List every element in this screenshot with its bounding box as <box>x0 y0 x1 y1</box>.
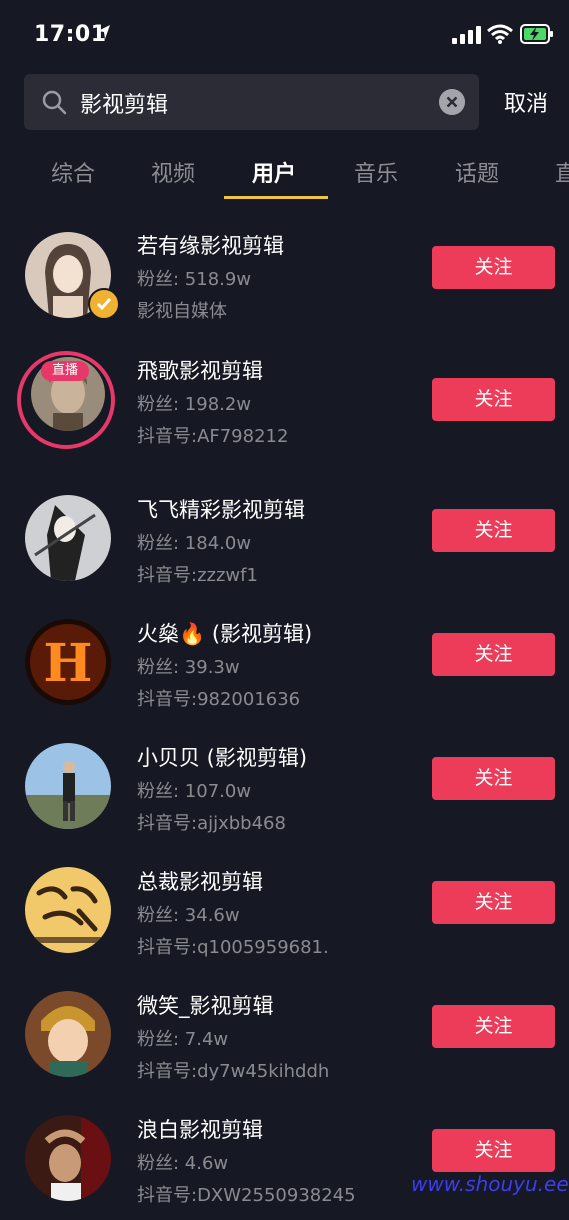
follow-button[interactable]: 关注 <box>432 246 555 289</box>
user-fans: 粉丝: 4.6w <box>137 1153 229 1174</box>
search-tabs: 综合 视频 用户 音乐 话题 直 <box>0 150 569 202</box>
user-fans: 粉丝: 34.6w <box>137 905 240 926</box>
live-badge: 直播 <box>41 361 89 381</box>
user-name[interactable]: 微笑_影视剪辑 <box>137 990 274 1020</box>
user-fans: 粉丝: 198.2w <box>137 394 252 415</box>
user-subtitle: 抖音号:zzzwf1 <box>137 565 258 586</box>
follow-button[interactable]: 关注 <box>432 1005 555 1048</box>
active-tab-indicator <box>224 196 328 199</box>
tab-general[interactable]: 综合 <box>51 156 95 188</box>
user-name[interactable]: 飛歌影视剪辑 <box>137 355 263 385</box>
status-time: 17:01 <box>34 22 107 47</box>
search-bar[interactable]: 影视剪辑 <box>24 74 479 130</box>
user-name[interactable]: 若有缘影视剪辑 <box>137 230 284 260</box>
tab-videos[interactable]: 视频 <box>151 156 195 188</box>
user-row[interactable]: 小贝贝 (影视剪辑) 粉丝: 107.0w 抖音号:ajjxbb468 关注 <box>0 724 569 848</box>
wifi-icon <box>487 24 513 44</box>
user-name[interactable]: 飞飞精彩影视剪辑 <box>137 494 305 524</box>
user-fans: 粉丝: 107.0w <box>137 781 252 802</box>
user-row[interactable]: 总裁影视剪辑 粉丝: 34.6w 抖音号:q1005959681. 关注 <box>0 848 569 972</box>
user-subtitle: 抖音号:dy7w45kihddh <box>137 1061 330 1082</box>
user-name[interactable]: 浪白影视剪辑 <box>137 1114 263 1144</box>
follow-button[interactable]: 关注 <box>432 757 555 800</box>
status-bar: 17:01 <box>0 0 569 70</box>
user-fans: 粉丝: 39.3w <box>137 657 240 678</box>
user-row[interactable]: 微笑_影视剪辑 粉丝: 7.4w 抖音号:dy7w45kihddh 关注 <box>0 972 569 1096</box>
svg-text:H: H <box>43 633 92 694</box>
user-row[interactable]: 飞飞精彩影视剪辑 粉丝: 184.0w 抖音号:zzzwf1 关注 <box>0 476 569 600</box>
user-row[interactable]: 直播 飛歌影视剪辑 粉丝: 198.2w 抖音号:AF798212 关注 <box>0 345 569 469</box>
follow-button[interactable]: 关注 <box>432 1129 555 1172</box>
user-fans: 粉丝: 184.0w <box>137 533 252 554</box>
tab-users[interactable]: 用户 <box>252 156 296 188</box>
user-row[interactable]: 浪白影视剪辑 粉丝: 4.6w 抖音号:DXW2550938245 关注 <box>0 1096 569 1220</box>
follow-button[interactable]: 关注 <box>432 633 555 676</box>
user-row[interactable]: H 火燊🔥 (影视剪辑) 粉丝: 39.3w 抖音号:982001636 关注 <box>0 600 569 724</box>
cancel-button[interactable]: 取消 <box>504 86 548 118</box>
user-subtitle: 抖音号:AF798212 <box>137 426 289 447</box>
watermark: www.shouyu.ee <box>411 1172 569 1196</box>
avatar[interactable] <box>25 743 111 829</box>
avatar[interactable] <box>25 867 111 953</box>
user-subtitle: 影视自媒体 <box>137 301 227 322</box>
cellular-signal-icon <box>452 26 481 44</box>
avatar[interactable] <box>25 991 111 1077</box>
user-fans: 粉丝: 518.9w <box>137 269 252 290</box>
avatar[interactable] <box>25 495 111 581</box>
user-subtitle: 抖音号:DXW2550938245 <box>137 1185 356 1206</box>
clear-search-icon[interactable] <box>439 89 465 115</box>
search-icon <box>42 90 67 115</box>
user-fans: 粉丝: 7.4w <box>137 1029 229 1050</box>
search-input[interactable]: 影视剪辑 <box>80 87 168 119</box>
user-name[interactable]: 总裁影视剪辑 <box>137 866 263 896</box>
user-name[interactable]: 小贝贝 (影视剪辑) <box>137 742 307 772</box>
verified-badge-icon <box>88 288 120 320</box>
user-row[interactable]: 若有缘影视剪辑 粉丝: 518.9w 影视自媒体 关注 <box>0 220 569 344</box>
follow-button[interactable]: 关注 <box>432 378 555 421</box>
battery-charging-icon <box>520 24 553 44</box>
tab-live[interactable]: 直 <box>555 156 569 188</box>
avatar[interactable]: H <box>25 619 111 705</box>
user-name[interactable]: 火燊🔥 (影视剪辑) <box>137 618 312 648</box>
tab-music[interactable]: 音乐 <box>354 156 398 188</box>
user-subtitle: 抖音号:q1005959681. <box>137 937 329 958</box>
avatar[interactable] <box>25 1115 111 1201</box>
location-arrow-icon <box>98 25 110 39</box>
user-subtitle: 抖音号:982001636 <box>137 689 301 710</box>
follow-button[interactable]: 关注 <box>432 509 555 552</box>
user-subtitle: 抖音号:ajjxbb468 <box>137 813 286 834</box>
follow-button[interactable]: 关注 <box>432 881 555 924</box>
tab-topics[interactable]: 话题 <box>455 156 499 188</box>
